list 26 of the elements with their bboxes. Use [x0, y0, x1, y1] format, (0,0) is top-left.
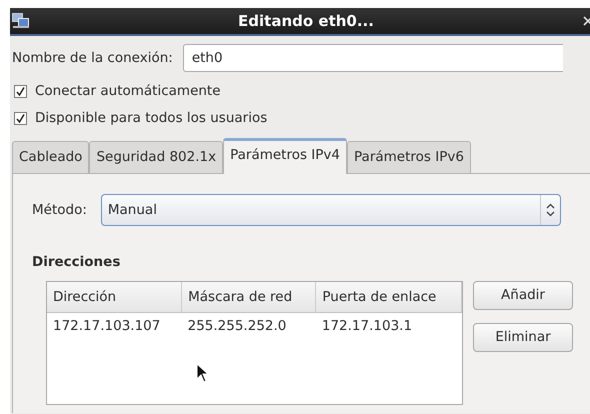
table-cell: 172.17.103.1 [316, 312, 462, 336]
close-icon[interactable] [582, 16, 590, 26]
checkbox-label: Disponible para todos los usuarios [35, 109, 268, 128]
column-header[interactable]: Puerta de enlace [316, 282, 462, 312]
column-header[interactable]: Dirección [47, 282, 182, 312]
section-heading: Direcciones [32, 253, 122, 272]
tab[interactable]: Parámetros IPv6 [347, 141, 471, 174]
checkbox[interactable] [14, 112, 27, 125]
chevron-icon [546, 203, 555, 218]
method-dropdown[interactable]: Manual [100, 194, 561, 226]
tab[interactable]: Parámetros IPv4 [223, 138, 348, 174]
method-label: Método: [32, 201, 87, 220]
table-cell: 255.255.252.0 [182, 312, 316, 336]
tab[interactable]: Cableado [12, 141, 90, 174]
action-button[interactable]: Eliminar [473, 322, 573, 352]
field-label: Nombre de la conexión: [12, 48, 173, 68]
checkbox-label: Conectar automáticamente [35, 82, 221, 102]
network-icon [12, 13, 30, 29]
window-title: Editando eth0... [237, 10, 375, 32]
checkbox[interactable] [14, 85, 27, 98]
pointer-icon [196, 363, 210, 383]
action-button[interactable]: Añadir [473, 280, 573, 310]
table-cell: 172.17.103.107 [47, 312, 182, 336]
column-header[interactable]: Máscara de red [182, 282, 316, 312]
tab[interactable]: Seguridad 802.1x [89, 141, 224, 174]
connection-name-field[interactable]: eth0 [182, 44, 563, 72]
